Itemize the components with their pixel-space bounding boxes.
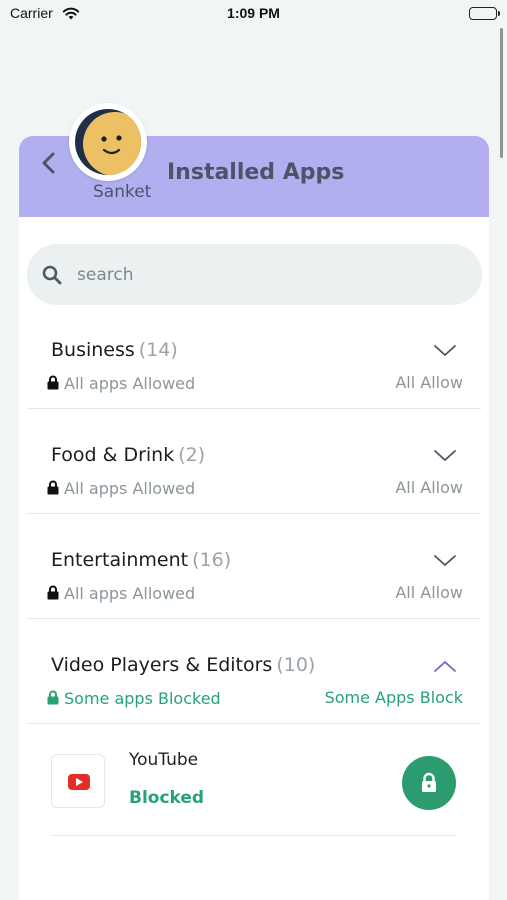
category-name: Food & Drink — [51, 444, 175, 466]
app-status: Blocked — [129, 788, 205, 808]
category-food-drink[interactable]: Food & Drink (2) All apps Allowed All All… — [27, 434, 481, 514]
chevron-down-icon[interactable] — [433, 553, 457, 569]
category-status: All apps Allowed — [47, 584, 195, 604]
allow-all-toggle[interactable]: All Allow — [395, 373, 463, 392]
category-name: Video Players & Editors — [51, 654, 273, 676]
lock-icon — [47, 375, 59, 394]
username: Sanket — [93, 182, 152, 202]
status-bar: Carrier 1:09 PM — [0, 0, 507, 30]
chevron-left-icon — [42, 152, 55, 174]
back-button[interactable] — [35, 146, 63, 180]
battery-icon — [469, 7, 500, 20]
category-count: (16) — [192, 549, 232, 571]
lock-icon — [47, 690, 59, 709]
search-bar[interactable] — [27, 244, 482, 305]
category-title: Food & Drink (2) — [51, 444, 205, 466]
category-entertainment[interactable]: Entertainment (16) All apps Allowed All A… — [27, 539, 481, 619]
chevron-down-icon[interactable] — [433, 448, 457, 464]
clock: 1:09 PM — [227, 5, 280, 21]
lock-toggle-button[interactable] — [402, 756, 456, 810]
category-count: (2) — [178, 444, 206, 466]
allow-all-toggle[interactable]: All Allow — [395, 478, 463, 497]
youtube-icon — [51, 754, 105, 808]
category-title: Video Players & Editors (10) — [51, 654, 315, 676]
search-input[interactable] — [77, 258, 457, 291]
allow-all-toggle[interactable]: All Allow — [395, 583, 463, 602]
app-name: YouTube — [129, 750, 199, 770]
search-icon — [42, 265, 62, 289]
chevron-up-icon[interactable] — [433, 658, 457, 674]
category-status: Some apps Blocked — [47, 689, 221, 709]
lock-icon — [422, 772, 436, 792]
block-toggle[interactable]: Some Apps Block — [325, 688, 463, 707]
page-title: Installed Apps — [167, 160, 345, 185]
category-video-players-editors[interactable]: Video Players & Editors (10) Some apps Bl… — [27, 644, 481, 724]
category-status: All apps Allowed — [47, 374, 195, 394]
chevron-down-icon[interactable] — [433, 343, 457, 359]
category-name: Entertainment — [51, 549, 189, 571]
app-row-youtube[interactable]: YouTube Blocked — [51, 740, 456, 836]
category-title: Business (14) — [51, 339, 178, 361]
category-status: All apps Allowed — [47, 479, 195, 499]
category-count: (14) — [138, 339, 178, 361]
category-count: (10) — [276, 654, 316, 676]
scrollbar[interactable] — [500, 28, 503, 158]
avatar-face-icon — [75, 109, 141, 175]
category-business[interactable]: Business (14) All apps Allowed All Allow — [27, 329, 481, 409]
lock-icon — [47, 480, 59, 499]
installed-apps-card: Sanket Installed Apps Business(14) All a… — [19, 136, 489, 900]
category-name: Business — [51, 339, 135, 361]
category-title: Entertainment (16) — [51, 549, 231, 571]
avatar[interactable] — [69, 103, 147, 181]
lock-icon — [47, 585, 59, 604]
